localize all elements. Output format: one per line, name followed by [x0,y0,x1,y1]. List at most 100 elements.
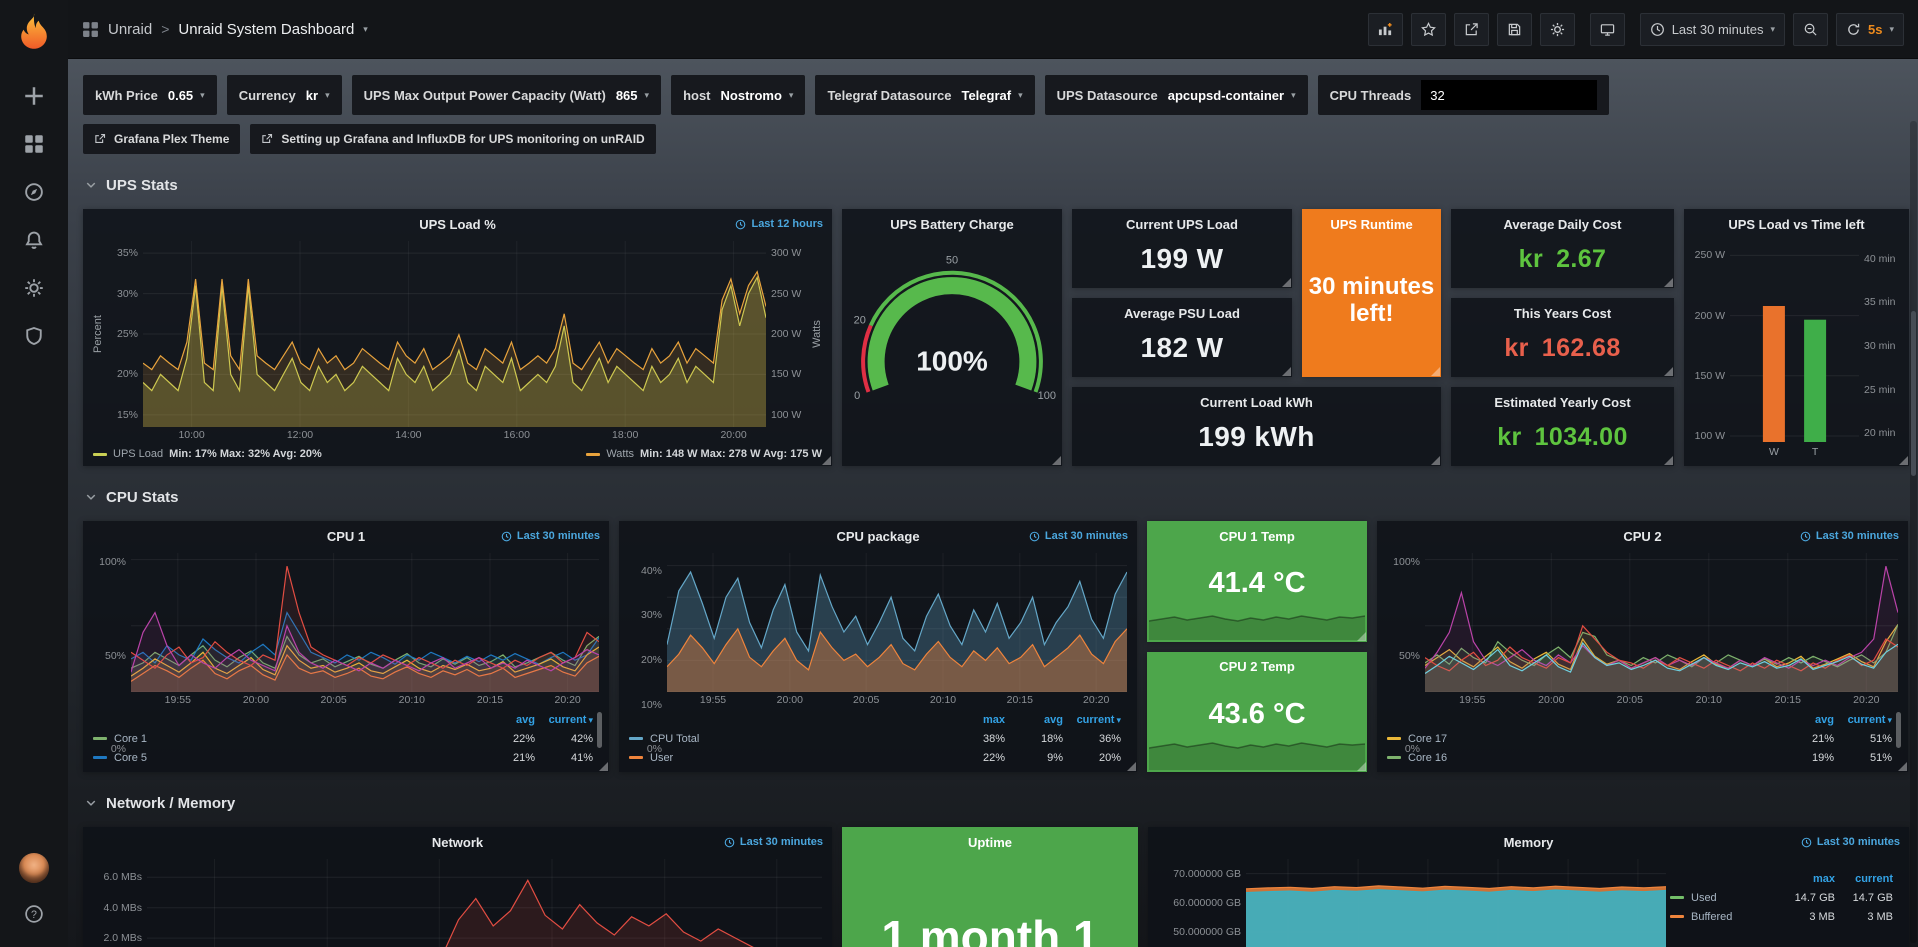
sidebar-alerting-button[interactable] [0,216,68,264]
cycle-view-button[interactable] [1590,13,1625,46]
panel-header[interactable]: Average Daily Cost [1451,209,1674,234]
sidebar-create-button[interactable] [0,72,68,120]
y-axis-ticks-left: 40%30%20%10%0% [629,553,667,692]
variable-value-dropdown[interactable]: kr▾ [306,88,330,103]
variable-value-dropdown[interactable]: Nostromo▾ [721,88,794,103]
sidebar-explore-button[interactable] [0,168,68,216]
cpu-package-chart[interactable] [667,553,1127,692]
svg-text:T: T [1812,446,1819,458]
panel-ups-battery-charge: UPS Battery Charge 02050100100% [842,209,1062,466]
svg-text:50: 50 [946,255,958,267]
panel-average-daily-cost: Average Daily Cost kr2.67 [1451,209,1674,288]
panel-header[interactable]: Current UPS Load [1072,209,1292,234]
panel-header[interactable]: CPU 2 Temp [1147,652,1367,677]
cpu-threads-input[interactable] [1421,80,1597,110]
panel-time-override: Last 30 minutes [724,836,823,848]
legend-row[interactable]: Core 122%42% [93,729,593,748]
zoom-out-button[interactable] [1793,13,1828,46]
panel-header[interactable]: CPU 1 Temp [1147,521,1367,546]
panel-header[interactable]: CPU package Last 30 minutes [619,521,1137,551]
panel-header[interactable]: UPS Runtime [1302,209,1441,234]
breadcrumb-folder[interactable]: Unraid [108,21,152,38]
legend-col-current[interactable]: current▾ [1063,714,1121,726]
variable-value-dropdown[interactable]: 865▾ [616,88,649,103]
variable-value-dropdown[interactable]: apcupsd-container▾ [1168,88,1296,103]
time-range-picker[interactable]: Last 30 minutes ▾ [1640,13,1785,46]
legend-item[interactable]: UPS LoadMin: 17% Max: 32% Avg: 20% [93,448,322,460]
legend-scrollbar[interactable] [1896,712,1901,748]
legend: UPS LoadMin: 17% Max: 32% Avg: 20% WattsM… [83,444,832,466]
grafana-logo[interactable] [14,12,54,52]
panel-ups-load-percent: UPS Load % Last 12 hours Percent 35%30%2… [83,209,832,466]
legend-col-current[interactable]: current▾ [1834,714,1892,726]
ups-vs-time-chart[interactable]: WT [1730,241,1859,458]
x-axis-ticks: 19:5520:0020:0520:1020:1520:20 [131,692,599,709]
legend-row[interactable]: CPU Total38%18%36% [629,729,1121,748]
legend-row[interactable]: User22%9%20% [629,748,1121,767]
save-button[interactable] [1497,13,1532,46]
panel-header[interactable]: Uptime [842,827,1138,852]
sidebar-configuration-button[interactable] [0,264,68,312]
ups-load-chart[interactable] [143,241,766,427]
section-ups-stats[interactable]: UPS Stats [85,173,1909,197]
user-avatar[interactable] [19,853,49,883]
sidebar-help-button[interactable]: ? [0,897,68,931]
refresh-interval[interactable]: 5s [1868,22,1882,37]
dashboard-link[interactable]: Setting up Grafana and InfluxDB for UPS … [250,124,655,154]
legend-col-current[interactable]: current [1835,873,1893,885]
x-axis-ticks: 10:0012:0014:0016:0018:0020:00 [143,427,766,444]
legend-row[interactable]: Used14.7 GB14.7 GB [1670,888,1893,907]
legend-col-avg[interactable]: avg [1005,714,1063,726]
dashboard-title[interactable]: Unraid System Dashboard [178,21,354,38]
sidebar-server-admin-button[interactable] [0,312,68,360]
add-panel-button[interactable] [1368,13,1403,46]
section-cpu-stats[interactable]: CPU Stats [85,485,1909,509]
variable-chip: Telegraf Datasource Telegraf▾ [815,75,1034,115]
star-button[interactable] [1411,13,1446,46]
legend-col-max[interactable]: max [947,714,1005,726]
cpu2-chart[interactable] [1425,553,1898,692]
section-network-memory[interactable]: Network / Memory [85,791,1909,815]
sidebar-dashboards-button[interactable] [0,120,68,168]
legend-col-avg[interactable]: avg [477,714,535,726]
share-button[interactable] [1454,13,1489,46]
variable-value-dropdown[interactable]: Telegraf▾ [961,88,1022,103]
panel-header[interactable]: Network Last 30 minutes [83,827,832,857]
breadcrumb[interactable]: Unraid > Unraid System Dashboard ▾ [82,21,368,38]
legend-row[interactable]: Core 1619%51% [1387,748,1892,767]
panel-header[interactable]: CPU 2 Last 30 minutes [1377,521,1908,551]
legend-col-avg[interactable]: avg [1776,714,1834,726]
panel-header[interactable]: Estimated Yearly Cost [1451,387,1674,412]
battery-gauge[interactable]: 02050100100% [842,239,1062,466]
sidebar: ? [0,0,68,947]
legend-item[interactable]: WattsMin: 148 W Max: 278 W Avg: 175 W [586,448,822,460]
legend-row[interactable]: Core 1721%51% [1387,729,1892,748]
panel-header[interactable]: Memory Last 30 minutes [1148,827,1909,857]
memory-chart[interactable] [1246,859,1666,947]
chevron-down-icon: ▾ [789,90,794,101]
panel-header[interactable]: UPS Battery Charge [842,209,1062,239]
panel-header[interactable]: This Years Cost [1451,298,1674,323]
panel-header[interactable]: Average PSU Load [1072,298,1292,323]
panel-header[interactable]: UPS Load % Last 12 hours [83,209,832,239]
dashboard-canvas: kWh Price 0.65▾ Currency kr▾ UPS Max Out… [68,59,1918,947]
dashboard-settings-button[interactable] [1540,13,1575,46]
page-scrollbar[interactable] [1910,121,1917,943]
refresh-button[interactable]: 5s ▾ [1836,13,1904,46]
panel-header[interactable]: CPU 1 Last 30 minutes [83,521,609,551]
legend-row[interactable]: Core 521%41% [93,748,593,767]
legend-col-current[interactable]: current▾ [535,714,593,726]
settings-gear-icon [1550,22,1565,37]
panel-header[interactable]: Current Load kWh [1072,387,1441,412]
network-chart[interactable] [147,859,822,947]
legend-scrollbar[interactable] [597,712,602,748]
svg-text:100: 100 [1038,390,1056,402]
legend-col-max[interactable]: max [1777,873,1835,885]
explore-compass-icon [24,182,44,202]
cpu1-chart[interactable] [131,553,599,692]
panel-header[interactable]: UPS Load vs Time left [1684,209,1909,239]
variable-value-dropdown[interactable]: 0.65▾ [168,88,205,103]
panel-average-psu-load: Average PSU Load 182 W [1072,298,1292,377]
legend-row[interactable]: Buffered3 MB3 MB [1670,907,1893,926]
dashboard-link[interactable]: Grafana Plex Theme [83,124,240,154]
